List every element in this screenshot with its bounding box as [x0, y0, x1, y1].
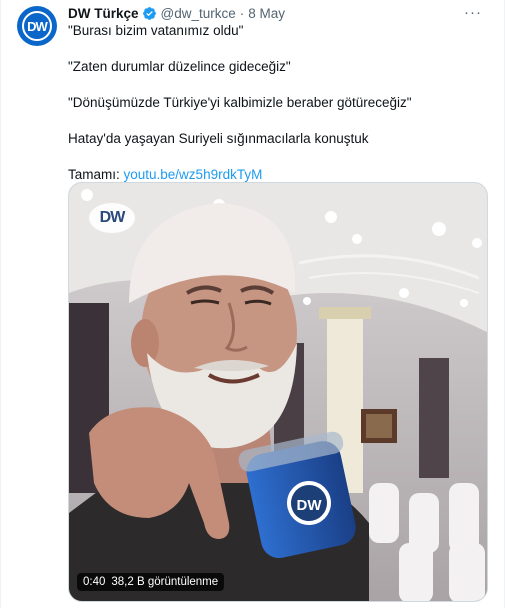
tweet-line-2: "Zaten durumlar düzelince gideceğiz" — [68, 59, 291, 74]
author-handle[interactable]: @dw_turkce — [161, 6, 236, 21]
video-duration: 0:40 — [83, 576, 106, 588]
tweet-header: DW Türkçe @dw_turkce · 8 May — [68, 4, 285, 22]
view-count: 38,2 B görüntülenme — [111, 576, 219, 588]
header-separator: · — [239, 5, 245, 21]
dw-logo-icon: DW — [22, 11, 52, 41]
link-prefix: Tamamı: — [68, 167, 124, 182]
verified-badge-icon — [142, 6, 156, 20]
video-thumbnail: DW — [69, 183, 487, 601]
dw-watermark: DW — [89, 203, 135, 233]
tweet-card[interactable]: DW DW Türkçe @dw_turkce · 8 May ··· "Bur… — [0, 0, 505, 608]
tweet-line-3: "Dönüşümüzde Türkiye'yi kalbimizle berab… — [68, 95, 412, 110]
tweet-line-1: "Burası bizim vatanımız oldu" — [68, 23, 244, 38]
mic-logo: DW — [297, 497, 323, 514]
watermark-text: DW — [99, 209, 126, 226]
more-options-icon[interactable]: ··· — [464, 4, 482, 21]
tweet-line-4: Hatay'da yaşayan Suriyeli sığınmacılarla… — [68, 131, 369, 146]
video-player[interactable]: DW DW 0:40 38,2 B görüntülenme — [68, 182, 488, 602]
video-info-pill: 0:40 38,2 B görüntülenme — [77, 573, 225, 591]
video-link[interactable]: youtu.be/wz5h9rdkTyM — [124, 167, 263, 182]
tweet-date[interactable]: 8 May — [248, 6, 285, 21]
author-avatar[interactable]: DW — [17, 6, 57, 46]
tweet-text: "Burası bizim vatanımız oldu" "Zaten dur… — [68, 22, 488, 184]
author-name[interactable]: DW Türkçe — [68, 6, 139, 21]
